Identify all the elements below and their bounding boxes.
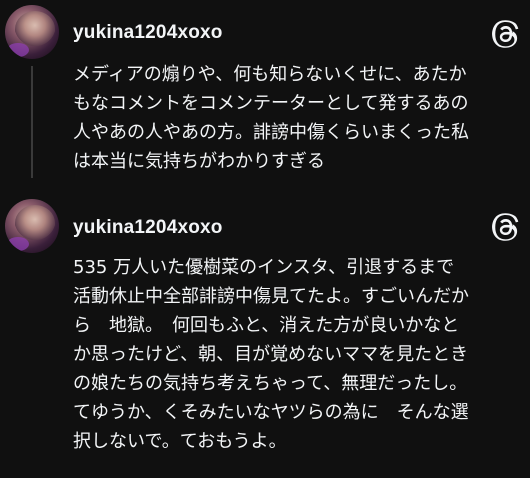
post-body-text: メディアの煽りや、何も知らないくせに、あたか もなコメントをコメンテーターとして… [73, 64, 469, 172]
avatar[interactable] [5, 5, 59, 59]
post-username[interactable]: yukina1204xoxo [73, 217, 223, 239]
post-body-text: 535 万人いた優樹菜のインスタ、引退するまで 活動休止中全部誹謗中傷見てたよ。… [73, 257, 469, 452]
thread-connector-line [31, 66, 33, 178]
threads-logo-icon[interactable] [492, 213, 520, 241]
threads-logo-icon[interactable] [492, 20, 520, 48]
post-username[interactable]: yukina1204xoxo [73, 22, 223, 44]
avatar-decoration [7, 237, 29, 251]
avatar-decoration [7, 43, 29, 57]
avatar-photo [15, 205, 55, 241]
avatar[interactable] [5, 199, 59, 253]
avatar-photo [15, 11, 55, 47]
